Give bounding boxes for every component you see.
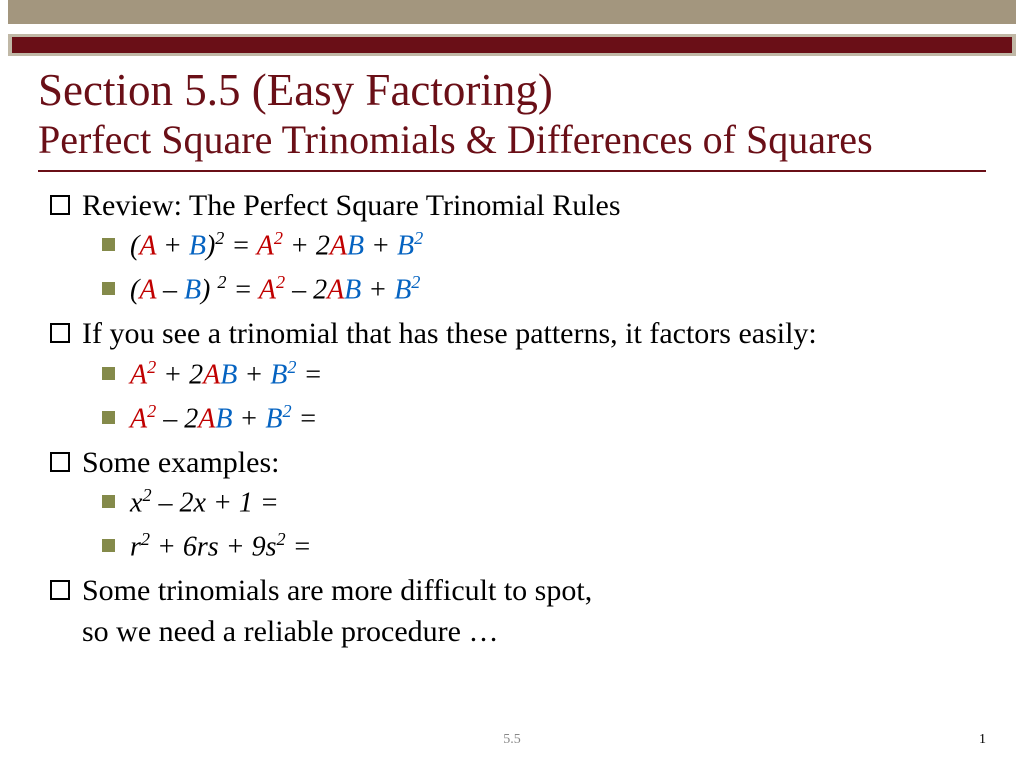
title-line1: Section 5.5 (Easy Factoring) (38, 66, 986, 116)
banner-bar-top (8, 0, 1016, 24)
bullet-text-line2: so we need a reliable procedure … (82, 615, 498, 648)
formula-line: (A + B)2 = A2 + 2AB + B2 (130, 226, 986, 266)
slide-content: Section 5.5 (Easy Factoring) Perfect Squ… (38, 66, 986, 656)
bullet-text: Some examples: (82, 446, 279, 479)
bullet-text: If you see a trinomial that has these pa… (82, 317, 817, 350)
top-banner (0, 0, 1024, 58)
title-divider (38, 170, 986, 172)
formula-line: x2 – 2x + 1 = (130, 483, 986, 523)
formula-line: (A – B) 2 = A2 – 2AB + B2 (130, 270, 986, 310)
bullet-item-2: If you see a trinomial that has these pa… (82, 314, 986, 439)
bullet-text-line1: Some trinomials are more difficult to sp… (82, 574, 592, 607)
bullet-item-3: Some examples: x2 – 2x + 1 = r2 + 6rs + … (82, 443, 986, 568)
bullet-list: Review: The Perfect Square Trinomial Rul… (38, 186, 986, 653)
title-line2: Perfect Square Trinomials & Differences … (38, 116, 986, 164)
formula-line: r2 + 6rs + 9s2 = (130, 527, 986, 567)
bullet-item-4: Some trinomials are more difficult to sp… (82, 571, 986, 652)
page-number: 1 (979, 732, 986, 748)
sub-list-2: A2 + 2AB + B2 = A2 – 2AB + B2 = (82, 355, 986, 439)
sub-list-1: (A + B)2 = A2 + 2AB + B2 (A – B) 2 = A2 … (82, 226, 986, 310)
sub-list-3: x2 – 2x + 1 = r2 + 6rs + 9s2 = (82, 483, 986, 567)
footer-center: 5.5 (503, 732, 521, 748)
formula-line: A2 – 2AB + B2 = (130, 399, 986, 439)
bullet-item-1: Review: The Perfect Square Trinomial Rul… (82, 186, 986, 311)
slide: Section 5.5 (Easy Factoring) Perfect Squ… (0, 0, 1024, 768)
banner-bar-dark (12, 37, 1012, 53)
formula-line: A2 + 2AB + B2 = (130, 355, 986, 395)
bullet-text: Review: The Perfect Square Trinomial Rul… (82, 189, 621, 222)
